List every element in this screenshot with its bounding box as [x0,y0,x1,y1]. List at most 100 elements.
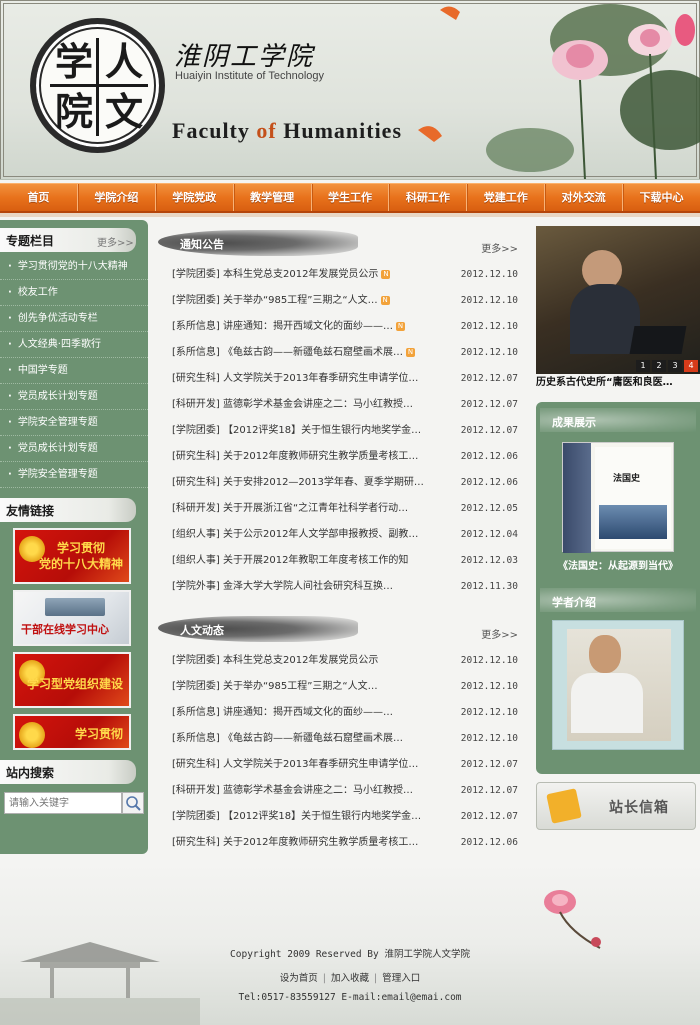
book-cover-image[interactable]: 法国史 [562,442,674,553]
news-item-title: [学院团委] 本科生党总支2012年发展党员公示 [172,655,379,666]
scholar-photo[interactable] [552,620,684,750]
faculty-title-post: Humanities [276,118,403,143]
nav-research[interactable]: 科研工作 [389,184,468,211]
seal-char: 人 [104,39,143,84]
book-cover-title: 法国史 [613,474,641,484]
scholars-title: 学者介绍 [552,596,596,609]
achievements-panel: 成果展示 法国史 《法国史：从起源到当代》 学者介绍 [536,402,700,774]
news-item-title: [科研开发] 关于开展浙江省“之江青年社科学者行动… [172,503,409,514]
college-seal-logo: 学 人 院 文 [30,18,165,153]
news-more-link[interactable]: 更多>> [481,626,518,641]
slide-page-button-active[interactable]: 4 [684,360,698,372]
nav-party-admin[interactable]: 学院党政 [156,184,234,211]
news-item[interactable]: [科研开发] 关于开展浙江省“之江青年社科学者行动… 2012.12.05 [158,496,530,522]
left-sidebar: 专题栏目 更多>> 学习贯彻党的十八大精神 校友工作 创先争优活动专栏 人文经典… [0,220,148,854]
mailbox-label: 站长信箱 [609,800,669,816]
slide-page-button[interactable]: 3 [668,360,682,372]
news-item[interactable]: [学院外事] 金泽大学大学院人间社会研究科互换… 2012.11.30 [158,574,530,600]
news-item[interactable]: [研究生科] 关于2012年度教师研究生教学质量考核工… 2012.12.06 [158,444,530,470]
news-item[interactable]: [系所信息] 讲座通知：揭开西域文化的面纱——… N 2012.12.10 [158,314,530,340]
news-item[interactable]: [研究生科] 人文学院关于2013年春季研究生申请学位… 2012.12.07 [158,752,530,778]
banner-text: 学习贯彻 党的十八大精神 [38,541,123,571]
news-item-title: [系所信息] 讲座通知：揭开西域文化的面纱——… [172,707,393,718]
banner-link-online-study[interactable]: 干部在线学习中心 [13,590,131,646]
news-item[interactable]: [学院团委] 本科生党总支2012年发展党员公示 2012.12.10 [158,648,530,674]
news-item-title: [学院团委] 关于举办“985工程”三期之“人文… N [172,295,390,306]
notice-more-link[interactable]: 更多>> [481,240,518,255]
news-item[interactable]: [系所信息] 《龟兹古韵——新疆龟兹石窟壁画术展… 2012.12.10 [158,726,530,752]
news-item-date: 2012.12.10 [460,681,518,692]
site-search [4,792,144,814]
news-item-title: [组织人事] 关于公示2012年人文学部申报教授、副教… [172,529,419,540]
news-item-date: 2012.12.10 [460,269,518,280]
school-name-cn: 淮阴工学院 [174,42,315,72]
site-header: 学 人 院 文 淮阴工学院 Huaiyin Institute of Techn… [0,0,700,180]
nav-student-work[interactable]: 学生工作 [312,184,390,211]
special-item[interactable]: 中国学专题 [0,358,148,384]
set-homepage-link[interactable]: 设为首页 [280,973,318,984]
site-footer: Copyright 2009 Reserved By 淮阴工学院人文学院 设为首… [0,862,700,1025]
news-item[interactable]: [学院团委] 本科生党总支2012年发展党员公示 N 2012.12.10 [158,262,530,288]
special-item[interactable]: 创先争优活动专栏 [0,306,148,332]
photo-slideshow[interactable]: 1 2 3 4 [536,226,700,374]
news-item-title: [学院团委] 【2012评奖18】关于恒生银行内地奖学金… [172,425,422,436]
banner-link-18th-congress[interactable]: 学习贯彻 党的十八大精神 [13,528,131,584]
news-item[interactable]: [系所信息] 《龟兹古韵——新疆龟兹石窟壁画术展… N 2012.12.10 [158,340,530,366]
news-item[interactable]: [科研开发] 蓝德彰学术基金会讲座之二：马小红教授… 2012.12.07 [158,392,530,418]
news-item[interactable]: [组织人事] 关于开展2012年教职工年度考核工作的知 2012.12.03 [158,548,530,574]
webmaster-mailbox-button[interactable]: 站长信箱 [536,782,696,830]
special-item[interactable]: 校友工作 [0,280,148,306]
news-item-date: 2012.12.10 [460,321,518,332]
nav-party-building[interactable]: 党建工作 [467,184,546,211]
news-item[interactable]: [研究生科] 人文学院关于2013年春季研究生申请学位… 2012.12.07 [158,366,530,392]
special-item[interactable]: 人文经典·四季歌行 [0,332,148,358]
nav-exchange[interactable]: 对外交流 [545,184,624,211]
special-item[interactable]: 学习贯彻党的十八大精神 [0,254,148,280]
news-item[interactable]: [研究生科] 关于安排2012—2013学年春、夏季学期研… 2012.12.06 [158,470,530,496]
news-item-date: 2012.12.07 [460,811,518,822]
news-item[interactable]: [学院团委] 【2012评奖18】关于恒生银行内地奖学金… 2012.12.07 [158,804,530,830]
news-item[interactable]: [学院团委] 关于举办“985工程”三期之“人文… 2012.12.10 [158,674,530,700]
new-badge-icon: N [380,295,390,305]
special-item[interactable]: 党员成长计划专题 [0,384,148,410]
news-item[interactable]: [研究生科] 关于2012年度教师研究生教学质量考核工… 2012.12.06 [158,830,530,856]
news-item[interactable]: [学院团委] 关于举办“985工程”三期之“人文… N 2012.12.10 [158,288,530,314]
slide-page-button[interactable]: 2 [652,360,666,372]
news-item[interactable]: [组织人事] 关于公示2012年人文学部申报教授、副教… 2012.12.04 [158,522,530,548]
slideshow-pager: 1 2 3 4 [636,360,698,372]
news-item-date: 2012.12.10 [460,295,518,306]
news-item-title: [研究生科] 关于2012年度教师研究生教学质量考核工… [172,837,419,848]
news-item-title: [组织人事] 关于开展2012年教职工年度考核工作的知 [172,555,409,566]
banner-link-party-org[interactable]: 学习型党组织建设 [13,652,131,708]
news-item[interactable]: [系所信息] 讲座通知：揭开西域文化的面纱——… 2012.12.10 [158,700,530,726]
news-item-title: [研究生科] 人文学院关于2013年春季研究生申请学位… [172,759,419,770]
news-item[interactable]: [学院团委] 【2012评奖18】关于恒生银行内地奖学金… 2012.12.07 [158,418,530,444]
nav-home[interactable]: 首页 [0,184,78,211]
news-item-date: 2012.11.30 [460,581,518,592]
nav-downloads[interactable]: 下载中心 [623,184,700,211]
search-button[interactable] [122,792,144,814]
news-item-title: [研究生科] 人文学院关于2013年春季研究生申请学位… [172,373,419,384]
news-item-date: 2012.12.06 [460,837,518,848]
faculty-title-pre: Faculty [172,118,257,143]
new-badge-icon: N [405,347,415,357]
add-favorite-link[interactable]: 加入收藏 [331,973,369,984]
special-item[interactable]: 学院安全管理专题 [0,462,148,488]
news-item-date: 2012.12.10 [460,733,518,744]
banner-link-study[interactable]: 学习贯彻 [13,714,131,750]
slideshow-caption[interactable]: 历史系古代史所“庸医和良医… [536,374,700,394]
slide-page-button[interactable]: 1 [636,360,650,372]
news-item[interactable]: [科研开发] 蓝德彰学术基金会讲座之二：马小红教授… 2012.12.07 [158,778,530,804]
search-input[interactable] [4,792,122,814]
book-caption[interactable]: 《法国史：从起源到当代》 [536,552,700,582]
special-column-more-link[interactable]: 更多>> [97,234,134,249]
admin-link[interactable]: 管理入口 [382,973,420,984]
news-item-title: [研究生科] 关于2012年度教师研究生教学质量考核工… [172,451,419,462]
news-item-date: 2012.12.10 [460,655,518,666]
envelope-icon [546,788,582,824]
nav-college-intro[interactable]: 学院介绍 [78,184,156,211]
achievements-title: 成果展示 [552,416,596,429]
nav-teaching[interactable]: 教学管理 [234,184,312,211]
special-item[interactable]: 党员成长计划专题 [0,436,148,462]
special-item[interactable]: 学院安全管理专题 [0,410,148,436]
